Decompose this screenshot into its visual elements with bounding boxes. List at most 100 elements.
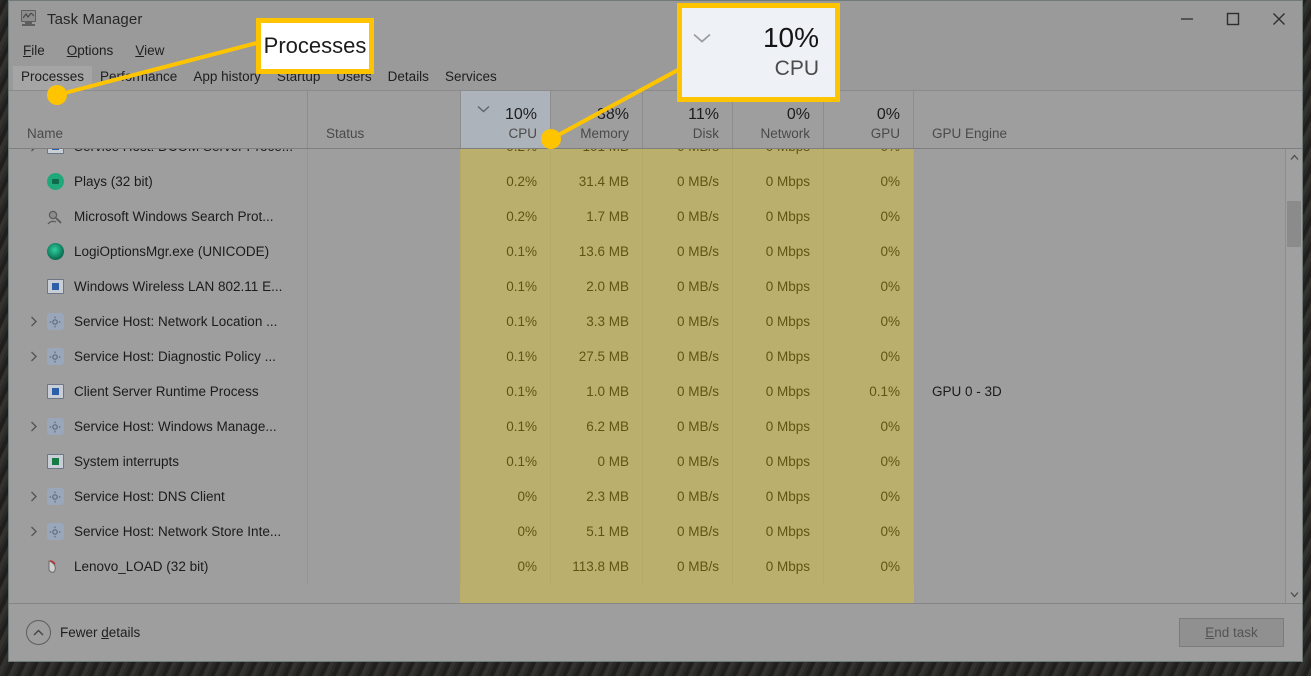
callout-processes-text: Processes — [263, 33, 367, 58]
expand-chevron-icon[interactable] — [23, 149, 45, 152]
table-row[interactable]: Service Host: Network Store Inte... 0% 5.1… — [9, 514, 1302, 549]
scroll-up-icon[interactable] — [1286, 149, 1302, 166]
cell-network: 0 Mbps — [732, 304, 823, 339]
cell-gpu-engine — [913, 199, 1302, 234]
cell-gpu: 0% — [823, 234, 913, 269]
cell-disk: 0 MB/s — [642, 549, 732, 584]
cell-cpu: 0.2% — [460, 149, 550, 164]
cell-network: 0 Mbps — [732, 234, 823, 269]
scrollbar-thumb[interactable] — [1287, 201, 1301, 247]
tab-details[interactable]: Details — [380, 66, 437, 90]
menu-options[interactable]: Options — [67, 43, 114, 58]
scroll-down-icon[interactable] — [1286, 586, 1302, 603]
table-row[interactable]: Plays (32 bit) 0.2% 31.4 MB 0 MB/s 0 Mbps 0% — [9, 164, 1302, 199]
column-header-memory[interactable]: 38% Memory — [550, 91, 642, 148]
cell-network: 0 Mbps — [732, 199, 823, 234]
expand-chevron-icon[interactable] — [23, 421, 45, 432]
footer-bar: Fewer details End task — [9, 603, 1302, 661]
column-header-gpu-engine[interactable]: GPU Engine — [913, 91, 1302, 148]
cell-gpu-engine — [913, 409, 1302, 444]
column-label-gpu-engine: GPU Engine — [932, 126, 1008, 141]
expand-chevron-icon[interactable] — [23, 526, 45, 537]
close-button[interactable] — [1256, 1, 1302, 37]
table-row[interactable]: Service Host: DCOM Server Proce... 0.2%10… — [9, 149, 1302, 164]
process-name: Plays (32 bit) — [74, 174, 153, 189]
expand-chevron-icon[interactable] — [23, 491, 45, 502]
tab-performance[interactable]: Performance — [92, 66, 185, 90]
plays-icon — [45, 172, 65, 192]
table-row[interactable]: Microsoft Windows Search Prot... 0.2% 1.7 … — [9, 199, 1302, 234]
expand-chevron-icon[interactable] — [23, 351, 45, 362]
vertical-scrollbar[interactable] — [1285, 149, 1302, 603]
cell-memory: 6.2 MB — [550, 409, 642, 444]
cell-disk: 0 MB/s — [642, 409, 732, 444]
cell-disk: 0 MB/s — [642, 479, 732, 514]
column-header-status[interactable]: Status — [307, 91, 460, 148]
end-task-button[interactable]: End task — [1179, 618, 1284, 647]
cell-gpu-engine — [913, 444, 1302, 479]
cell-status — [307, 269, 460, 304]
cell-gpu-engine — [913, 514, 1302, 549]
table-row[interactable]: System interrupts 0.1% 0 MB 0 MB/s 0 Mbps 0% — [9, 444, 1302, 479]
minimize-button[interactable] — [1164, 1, 1210, 37]
callout-processes: Processes — [256, 18, 374, 74]
cell-network: 0 Mbps — [732, 479, 823, 514]
cell-cpu: 0.1% — [460, 269, 550, 304]
cell-name: Windows Wireless LAN 802.11 E... — [9, 269, 307, 304]
column-label-network: Network — [760, 126, 810, 141]
process-list[interactable]: Service Host: DCOM Server Proce...0.2%10… — [9, 149, 1302, 603]
cell-gpu: 0% — [823, 164, 913, 199]
table-row[interactable]: Service Host: Network Location ... 0.1% 3.… — [9, 304, 1302, 339]
cell-cpu: 0.1% — [460, 374, 550, 409]
window-title: Task Manager — [47, 10, 143, 28]
tab-services[interactable]: Services — [437, 66, 505, 90]
cell-gpu: 0% — [823, 269, 913, 304]
process-rows: Service Host: DCOM Server Proce...0.2%10… — [9, 149, 1302, 584]
process-name: Service Host: Network Store Inte... — [74, 524, 282, 539]
cell-gpu-engine — [913, 479, 1302, 514]
cell-memory: 2.0 MB — [550, 269, 642, 304]
fewer-details-label: Fewer details — [60, 625, 141, 640]
table-row[interactable]: Service Host: Windows Manage... 0.1% 6.2 M… — [9, 409, 1302, 444]
cell-memory: 3.3 MB — [550, 304, 642, 339]
menu-view[interactable]: View — [135, 43, 164, 58]
window-green-icon — [45, 452, 65, 472]
cell-cpu: 0% — [460, 479, 550, 514]
chevron-up-circle-icon — [26, 620, 51, 645]
fewer-details-button[interactable]: Fewer details — [26, 620, 140, 645]
process-name: Service Host: DCOM Server Proce... — [74, 149, 293, 154]
menu-bar: File Options View — [9, 37, 1302, 63]
table-row[interactable]: Windows Wireless LAN 802.11 E... 0.1% 2.0 … — [9, 269, 1302, 304]
column-header-cpu[interactable]: 10% CPU — [460, 91, 550, 148]
tab-processes[interactable]: Processes — [13, 66, 93, 90]
table-row[interactable]: Service Host: Diagnostic Policy ... 0.1% 2… — [9, 339, 1302, 374]
window-icon — [45, 277, 65, 297]
expand-chevron-icon[interactable] — [23, 316, 45, 327]
tab-strip: Processes Performance App history Startu… — [9, 63, 1302, 90]
cell-status — [307, 409, 460, 444]
cell-memory: 0 MB — [550, 444, 642, 479]
column-header-name[interactable]: Name — [9, 91, 307, 148]
cell-gpu: 0% — [823, 339, 913, 374]
callout-cpu-top: 10% — [692, 22, 819, 54]
cell-disk: 0 MB/s — [642, 164, 732, 199]
column-label-gpu: GPU — [870, 126, 900, 141]
process-name: Service Host: Windows Manage... — [74, 419, 277, 434]
cell-gpu-engine — [913, 339, 1302, 374]
table-row[interactable]: Lenovo_LOAD (32 bit) 0% 113.8 MB 0 MB/s 0 Mb… — [9, 549, 1302, 584]
column-pct-gpu: 0% — [876, 106, 900, 123]
maximize-button[interactable] — [1210, 1, 1256, 37]
table-row[interactable]: Client Server Runtime Process 0.1% 1.0 MB 0… — [9, 374, 1302, 409]
cell-name: Microsoft Windows Search Prot... — [9, 199, 307, 234]
cell-disk: 0 MB/s — [642, 199, 732, 234]
column-pct-disk: 11% — [688, 106, 719, 123]
cell-memory: 27.5 MB — [550, 339, 642, 374]
cell-disk: 0 MB/s — [642, 149, 732, 164]
gear-icon — [45, 417, 65, 437]
cell-status — [307, 514, 460, 549]
table-row[interactable]: Service Host: DNS Client 0% 2.3 MB 0 MB/s 0 … — [9, 479, 1302, 514]
table-row[interactable]: LogiOptionsMgr.exe (UNICODE) 0.1% 13.6 MB 0… — [9, 234, 1302, 269]
cell-disk: 0 MB/s — [642, 234, 732, 269]
menu-file[interactable]: File — [23, 43, 45, 58]
cell-name: Client Server Runtime Process — [9, 374, 307, 409]
